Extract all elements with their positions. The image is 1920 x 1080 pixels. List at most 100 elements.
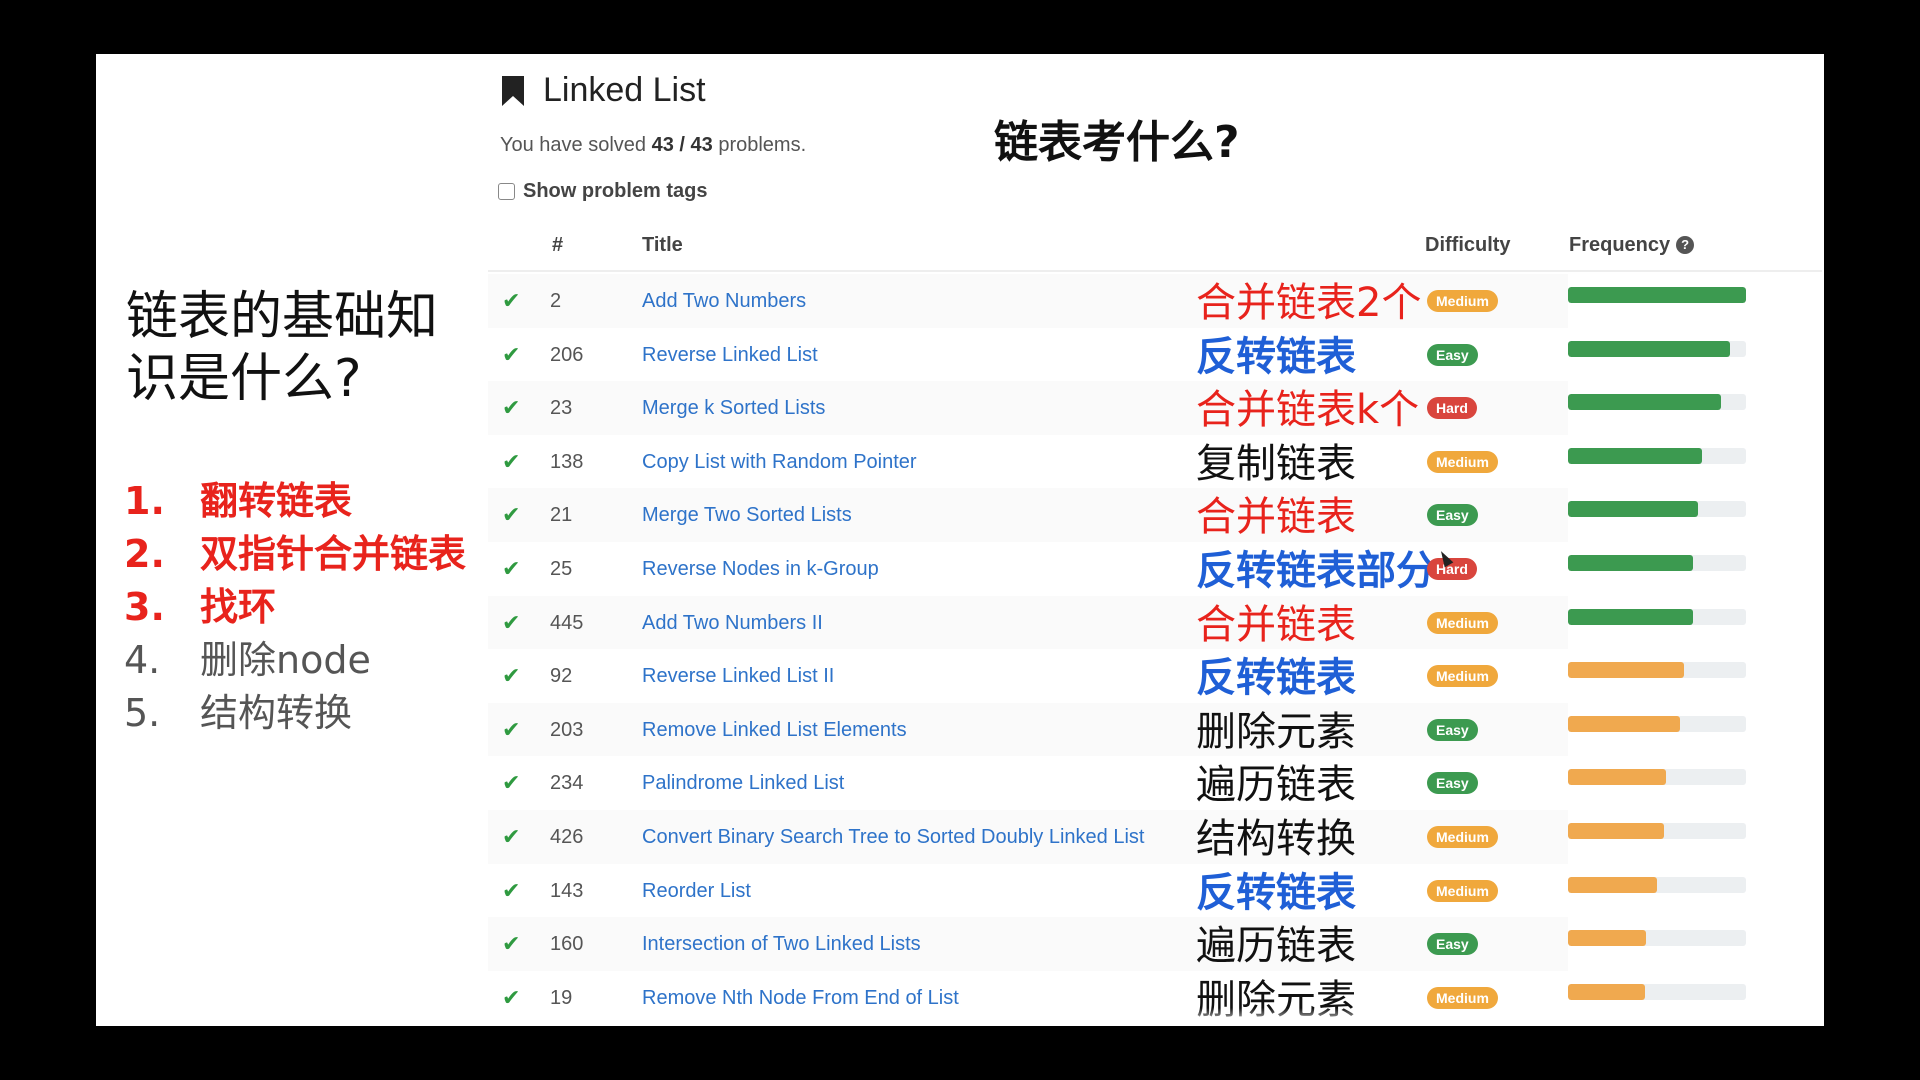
problem-id: 426 <box>550 825 584 848</box>
solved-suffix: problems. <box>712 134 807 156</box>
frequency-bar-fill <box>1568 340 1730 357</box>
problem-title-link[interactable]: Merge Two Sorted Lists <box>642 501 852 529</box>
help-icon[interactable]: ? <box>1676 236 1695 254</box>
problem-title-link[interactable]: Reverse Linked List <box>642 341 818 369</box>
frequency-bar-fill <box>1568 501 1698 518</box>
problem-id: 21 <box>550 504 573 527</box>
sidebar-title-line2: 识是什么? <box>126 349 362 409</box>
problem-id: 25 <box>550 557 573 580</box>
header-divider-right <box>1552 270 1822 272</box>
table-row: ✔ 206 Reverse Linked List 反转链表 Easy <box>488 328 1824 382</box>
topic-number: 1. <box>124 479 165 523</box>
show-tags-checkbox[interactable] <box>498 183 515 200</box>
difficulty-badge: Medium <box>1427 290 1498 312</box>
difficulty-badge: Easy <box>1427 343 1478 366</box>
problem-id: 160 <box>550 933 584 956</box>
handwritten-annotation: 合并链表 <box>1196 494 1356 541</box>
slide-heading: 链表考什么? <box>994 117 1240 168</box>
check-icon: ✔ <box>502 395 521 421</box>
topic-number: 3. <box>124 585 165 629</box>
handwritten-annotation: 反转链表 <box>1196 655 1356 702</box>
problem-title-link[interactable]: Copy List with Random Pointer <box>642 448 917 476</box>
sidebar-title-line1: 链表的基础知 <box>126 287 439 347</box>
problem-id: 203 <box>550 718 584 741</box>
frequency-bar <box>1568 983 1746 1000</box>
column-header-number[interactable]: # <box>552 230 563 260</box>
topic-list: 1. 翻转链表 2. 双指针合并链表 3. 找环 4. 删除node 5. 结构转换 <box>124 475 466 740</box>
problem-title-link[interactable]: Merge k Sorted Lists <box>642 394 825 422</box>
table-row: ✔ 23 Merge k Sorted Lists 合并链表k个 Hard <box>488 381 1824 435</box>
problem-id: 138 <box>550 450 584 473</box>
solved-count: 43 / 43 <box>651 134 713 156</box>
handwritten-annotation: 遍历链表 <box>1196 762 1356 809</box>
problem-title-link[interactable]: Add Two Numbers <box>642 287 806 315</box>
problem-title-link[interactable]: Add Two Numbers II <box>642 609 823 637</box>
column-header-frequency[interactable]: Frequency? <box>1569 230 1695 260</box>
show-tags-label: Show problem tags <box>523 180 708 202</box>
handwritten-annotation: 反转链表 <box>1196 869 1356 916</box>
topic-label: 结构转换 <box>200 691 353 735</box>
table-row: ✔ 160 Intersection of Two Linked Lists 遍历链表… <box>488 917 1824 971</box>
solved-prefix: You have solved <box>500 134 652 156</box>
check-icon: ✔ <box>502 288 521 313</box>
handwritten-annotation: 合并链表 <box>1196 601 1356 648</box>
problem-title-link[interactable]: Intersection of Two Linked Lists <box>642 930 921 958</box>
frequency-bar-fill <box>1568 876 1657 893</box>
solved-status: You have solved 43 / 43 problems. <box>500 130 806 160</box>
column-header-difficulty[interactable]: Difficulty <box>1425 230 1511 260</box>
check-icon: ✔ <box>502 502 521 528</box>
table-row: ✔ 445 Add Two Numbers II 合并链表 Medium <box>488 595 1824 650</box>
frequency-bar-fill <box>1568 394 1722 411</box>
problem-id: 23 <box>550 397 573 420</box>
difficulty-badge: Hard <box>1427 397 1477 420</box>
problem-title-link[interactable]: Reorder List <box>642 877 751 905</box>
problem-title-link[interactable]: Reverse Linked List II <box>642 662 834 690</box>
show-tags-toggle[interactable]: Show problem tags <box>498 180 707 203</box>
problem-title-link[interactable]: Convert Binary Search Tree to Sorted Dou… <box>642 823 1144 851</box>
topic-item: 4. 删除node <box>124 634 466 687</box>
topic-number: 4. <box>124 638 161 682</box>
problem-id: 92 <box>550 665 573 688</box>
difficulty-badge: Easy <box>1427 772 1478 795</box>
check-icon: ✔ <box>502 770 521 796</box>
difficulty-badge: Medium <box>1427 879 1498 902</box>
topic-item: 2. 双指针合并链表 <box>124 528 466 581</box>
check-icon: ✔ <box>502 716 521 742</box>
frequency-bar <box>1568 340 1746 357</box>
difficulty-badge: Medium <box>1427 986 1498 1009</box>
frequency-label: Frequency <box>1569 234 1671 256</box>
frequency-bar <box>1568 287 1746 303</box>
topic-item: 5. 结构转换 <box>124 687 466 740</box>
topic-number: 5. <box>124 691 161 735</box>
difficulty-badge: Medium <box>1427 825 1498 848</box>
list-title: Linked List <box>543 71 706 109</box>
check-icon: ✔ <box>502 448 521 474</box>
problem-id: 234 <box>550 772 584 795</box>
header-divider <box>488 270 1568 272</box>
problem-title-link[interactable]: Remove Linked List Elements <box>642 716 907 744</box>
topic-label: 翻转链表 <box>200 479 353 523</box>
column-header-title[interactable]: Title <box>642 230 683 260</box>
frequency-bar <box>1568 822 1746 839</box>
slide: 链表的基础知 识是什么? 1. 翻转链表 2. 双指针合并链表 3. 找环 4. 删除node… <box>96 54 1824 1026</box>
handwritten-annotation: 合并链表2个 <box>1196 280 1422 326</box>
sidebar-title: 链表的基础知 识是什么? <box>126 286 438 410</box>
handwritten-annotation: 删除元素 <box>1196 708 1356 755</box>
topic-number: 2. <box>124 532 165 576</box>
problem-title-link[interactable]: Reverse Nodes in k-Group <box>642 555 879 583</box>
bookmark-icon <box>502 76 524 106</box>
difficulty-badge: Easy <box>1427 933 1478 956</box>
topic-label: 删除node <box>200 638 371 682</box>
frequency-bar-fill <box>1568 287 1746 303</box>
frequency-bar <box>1568 501 1746 518</box>
frequency-bar <box>1568 876 1746 893</box>
check-icon: ✔ <box>502 823 521 849</box>
frequency-bar-fill <box>1568 554 1693 571</box>
frequency-bar-fill <box>1568 447 1702 464</box>
frequency-bar <box>1568 715 1746 732</box>
problem-title-link[interactable]: Palindrome Linked List <box>642 769 844 797</box>
frequency-bar-fill <box>1568 983 1645 1000</box>
table-row: ✔ 25 Reverse Nodes in k-Group 反转链表部分 Hard <box>488 542 1824 596</box>
frequency-bar <box>1568 394 1746 411</box>
problem-list-panel: Linked List You have solved 43 / 43 prob… <box>488 54 1824 1026</box>
